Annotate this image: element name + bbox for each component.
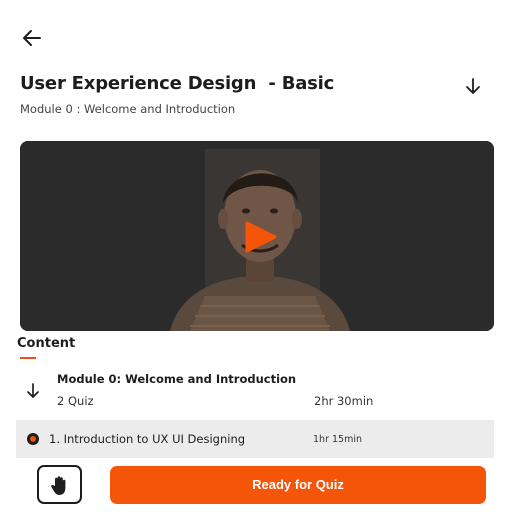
module-title: Module 0: Welcome and Introduction	[57, 372, 297, 386]
play-icon	[245, 221, 277, 253]
arrow-left-icon	[23, 30, 41, 46]
module-row[interactable]: Module 0: Welcome and Introduction 2 Qui…	[16, 366, 494, 416]
arrow-down-icon[interactable]	[24, 382, 42, 400]
module-quiz-count: 2 Quiz	[57, 394, 94, 408]
raise-hand-button[interactable]	[37, 465, 82, 504]
lesson-item[interactable]: 1. Introduction to UX UI Designing 1hr 1…	[16, 420, 494, 458]
course-title: User Experience Design - Basic	[20, 73, 335, 94]
raise-hand-icon	[51, 476, 66, 495]
arrow-down-icon	[466, 78, 480, 94]
radio-dot-icon	[27, 433, 39, 445]
module-subtitle: Module 0 : Welcome and Introduction	[20, 102, 236, 116]
lesson-duration: 1hr 15min	[313, 434, 362, 445]
tab-underline	[20, 357, 36, 359]
module-duration: 2hr 30min	[314, 394, 374, 408]
tab-content[interactable]: Content	[17, 336, 75, 351]
lesson-title: 1. Introduction to UX UI Designing	[49, 432, 246, 446]
play-button[interactable]	[241, 219, 279, 255]
download-button[interactable]	[462, 75, 484, 97]
back-button[interactable]	[20, 26, 44, 50]
ready-for-quiz-button[interactable]: Ready for Quiz	[110, 466, 486, 504]
